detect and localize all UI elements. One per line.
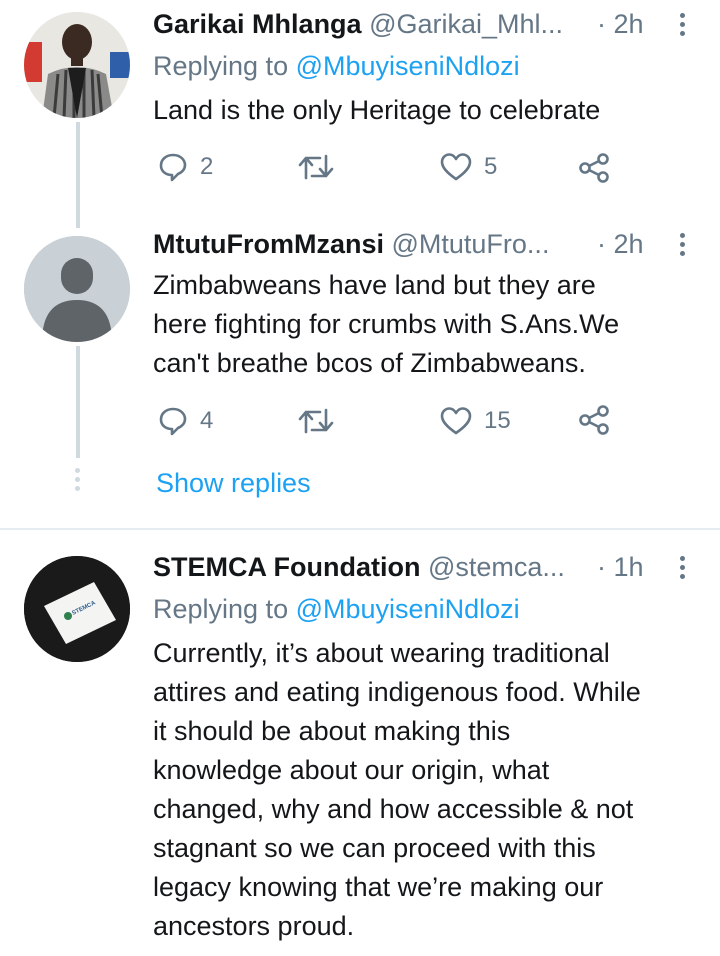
tweet-text-line: here fighting for crumbs with S.Ans.We: [153, 309, 620, 339]
tweet-text-line: it should be about making this: [153, 716, 511, 746]
thread-line-1: [76, 122, 80, 228]
tweet-time[interactable]: · 2h: [597, 8, 644, 40]
reply-icon: [159, 407, 187, 436]
tweet-header: STEMCA Foundation @stemca...: [153, 551, 565, 583]
thread-line-2: [76, 346, 80, 458]
like-icon: [440, 407, 472, 435]
like-icon: [440, 153, 472, 181]
share-icon: [579, 405, 609, 435]
tweet-text-line: legacy knowing that we’re making our: [153, 872, 604, 902]
tweet-text: Land is the only Heritage to celebrate: [153, 95, 601, 125]
retweet-button[interactable]: [298, 406, 346, 436]
tweet-time[interactable]: · 2h: [597, 228, 644, 260]
reply-count: 2: [200, 153, 214, 180]
tweet-text-line: attires and eating indigenous food. Whil…: [153, 677, 641, 707]
author-handle[interactable]: @MtutuFro...: [392, 229, 550, 259]
retweet-button[interactable]: [298, 152, 346, 182]
reply-button[interactable]: 2: [158, 152, 213, 182]
author-handle[interactable]: @Garikai_Mhl...: [369, 9, 563, 39]
avatar-stemca[interactable]: STEMCA: [24, 556, 130, 662]
retweet-icon: [298, 154, 334, 180]
like-button[interactable]: 5: [440, 152, 497, 182]
more-icon[interactable]: [677, 233, 687, 260]
tweet-text: Currently, it’s about wearing traditiona…: [153, 634, 708, 946]
reply-button[interactable]: 4: [158, 406, 213, 436]
tweet-text-line: knowledge about our origin, what: [153, 755, 550, 785]
tweet-header: Garikai Mhlanga @Garikai_Mhl...: [153, 8, 563, 40]
tweet-text-line: can't breathe bcos of Zimbabweans.: [153, 348, 586, 378]
reply-count: 4: [200, 407, 214, 434]
share-button[interactable]: [578, 152, 610, 184]
tweet-text-line: changed, why and how accessible & not: [153, 794, 634, 824]
thread-dots: [75, 468, 81, 495]
tweet-text: Zimbabweans have land but they are here …: [153, 266, 708, 383]
show-replies-link[interactable]: Show replies: [156, 468, 311, 499]
divider: [0, 528, 720, 530]
like-count: 15: [484, 407, 511, 434]
like-count: 5: [484, 153, 498, 180]
avatar-mtutu[interactable]: [24, 236, 130, 342]
share-button[interactable]: [578, 404, 610, 436]
replying-to-handle[interactable]: @MbuyiseniNdlozi: [296, 51, 520, 81]
default-profile-icon: [24, 236, 130, 342]
replying-to-label: Replying to: [153, 594, 289, 624]
tweet-text-line: Currently, it’s about wearing traditiona…: [153, 638, 610, 668]
tweet-text-line: ancestors proud.: [153, 911, 355, 941]
author-handle[interactable]: @stemca...: [428, 552, 565, 582]
author-name[interactable]: Garikai Mhlanga: [153, 9, 362, 39]
replying-to: Replying to @MbuyiseniNdlozi: [153, 50, 520, 82]
replying-to-label: Replying to: [153, 51, 289, 81]
avatar-garikai[interactable]: [24, 12, 130, 118]
tweet-text-line: stagnant so we can proceed with this: [153, 833, 596, 863]
share-icon: [579, 153, 609, 183]
like-button[interactable]: 15: [440, 406, 511, 436]
person-photo-icon: [24, 12, 130, 118]
retweet-icon: [298, 408, 334, 434]
tweet-time[interactable]: · 1h: [597, 551, 644, 583]
tweet-text-line: Zimbabweans have land but they are: [153, 270, 596, 300]
stemca-logo-icon: STEMCA: [24, 556, 130, 662]
replying-to-handle[interactable]: @MbuyiseniNdlozi: [296, 594, 520, 624]
tweet-header: MtutuFromMzansi @MtutuFro...: [153, 228, 549, 260]
reply-icon: [159, 153, 187, 182]
replying-to: Replying to @MbuyiseniNdlozi: [153, 593, 520, 625]
more-icon[interactable]: [677, 13, 687, 40]
more-icon[interactable]: [677, 556, 687, 583]
author-name[interactable]: STEMCA Foundation: [153, 552, 420, 582]
author-name[interactable]: MtutuFromMzansi: [153, 229, 384, 259]
